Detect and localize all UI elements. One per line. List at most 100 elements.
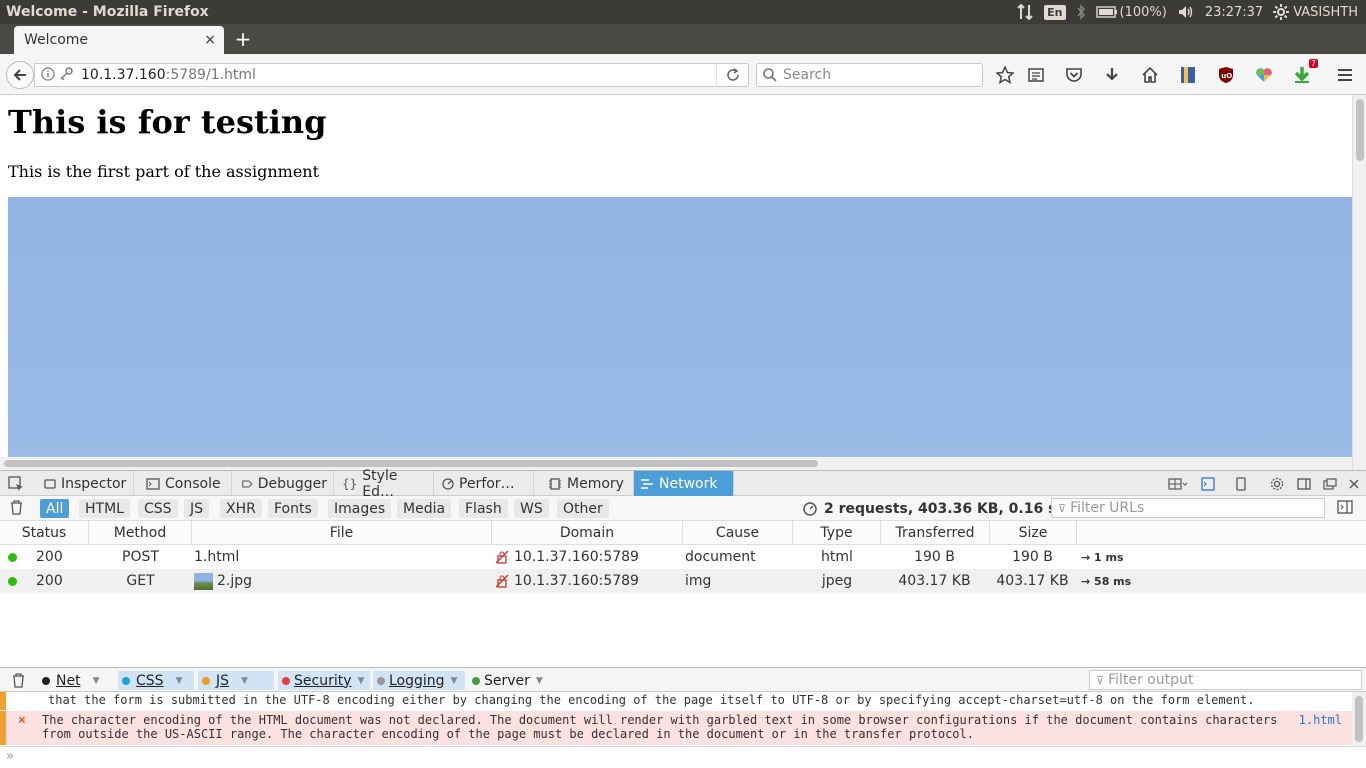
ublock-origin-icon[interactable]: uO bbox=[1214, 63, 1238, 87]
row-type: jpeg bbox=[821, 573, 853, 589]
filter-js-button[interactable]: JS bbox=[184, 499, 210, 518]
row-size: 403.17 KB bbox=[996, 573, 1069, 589]
filter-css-button[interactable]: CSS bbox=[138, 499, 178, 518]
separate-window-icon[interactable] bbox=[1321, 475, 1339, 493]
browser-tab[interactable]: Welcome × bbox=[14, 26, 224, 54]
security-dot bbox=[282, 676, 290, 685]
page-vertical-scrollbar[interactable] bbox=[1352, 95, 1366, 470]
filter-urls-input[interactable] bbox=[1070, 500, 1311, 516]
filter-label: Logging bbox=[389, 672, 445, 689]
tab-title: Welcome bbox=[24, 32, 89, 48]
page-horizontal-scrollbar[interactable] bbox=[0, 457, 1352, 470]
url-bar[interactable]: 10.1.37.160:5789/1.html bbox=[34, 63, 749, 87]
network-transfer-icon[interactable] bbox=[1016, 4, 1034, 20]
close-devtools-icon[interactable] bbox=[1345, 475, 1363, 493]
bluetooth-icon[interactable] bbox=[1076, 4, 1086, 20]
request-summary[interactable]: 2 requests, 403.36 KB, 0.16 s bbox=[802, 499, 1056, 518]
scratchpad-icon[interactable] bbox=[1199, 475, 1217, 493]
filter-output-box[interactable]: ⊽ bbox=[1089, 670, 1362, 690]
tab-label: Perfor… bbox=[459, 475, 515, 492]
console-filter-logging[interactable]: Logging ▼ bbox=[373, 671, 465, 690]
user-name[interactable]: VASISHTH bbox=[1293, 5, 1358, 20]
settings-gear-icon[interactable] bbox=[1273, 4, 1290, 20]
filter-html-button[interactable]: HTML bbox=[79, 499, 130, 518]
console-filter-net[interactable]: Net ▼ bbox=[38, 671, 114, 690]
insecure-lock-icon bbox=[495, 550, 509, 564]
clear-trash-icon[interactable] bbox=[10, 500, 23, 519]
key-icon[interactable] bbox=[59, 66, 73, 84]
tab-memory[interactable]: Memory bbox=[542, 471, 634, 496]
clear-console-icon[interactable] bbox=[8, 671, 29, 690]
bookmark-star-icon[interactable] bbox=[993, 63, 1017, 87]
server-dot bbox=[472, 676, 480, 685]
table-row[interactable]: 200 GET 2.jpg 10.1.37.160:5789 img jpeg … bbox=[0, 569, 1366, 593]
settings-icon[interactable] bbox=[1268, 475, 1286, 493]
column-file[interactable]: File bbox=[192, 521, 492, 545]
filter-fonts-button[interactable]: Fonts bbox=[268, 499, 318, 518]
filter-flash-button[interactable]: Flash bbox=[459, 499, 508, 518]
filter-all-button[interactable]: All bbox=[40, 499, 70, 518]
keyboard-language[interactable]: En bbox=[1044, 4, 1066, 20]
green-download-extension-icon[interactable]: 7 bbox=[1290, 59, 1318, 87]
tab-debugger[interactable]: Debugger bbox=[236, 471, 334, 496]
filter-media-button[interactable]: Media bbox=[397, 499, 452, 518]
filter-urls-box[interactable]: ⊽ bbox=[1051, 498, 1325, 518]
console-message[interactable]: that the form is submitted in the UTF-8 … bbox=[0, 692, 1352, 710]
console-scrollbar[interactable] bbox=[1352, 692, 1366, 746]
volume-icon[interactable] bbox=[1177, 4, 1195, 20]
network-table-header: Status Method File Domain Cause Type Tra… bbox=[0, 521, 1366, 545]
tab-performance[interactable]: Perfor… bbox=[436, 471, 534, 496]
scrollbar-thumb[interactable] bbox=[1355, 696, 1363, 742]
table-row[interactable]: 200 POST 1.html 10.1.37.160:5789 documen… bbox=[0, 545, 1366, 569]
extension-book-icon[interactable] bbox=[1176, 63, 1200, 87]
console-filter-css[interactable]: CSS ▼ bbox=[118, 671, 194, 690]
pocket-icon[interactable] bbox=[1062, 63, 1086, 87]
filter-ws-button[interactable]: WS bbox=[514, 499, 549, 518]
column-status[interactable]: Status bbox=[0, 521, 89, 545]
console-filter-security[interactable]: Security ▼ bbox=[278, 671, 370, 690]
reload-icon[interactable] bbox=[716, 64, 748, 86]
console-error-message[interactable]: × The character encoding of the HTML doc… bbox=[0, 711, 1352, 745]
column-domain[interactable]: Domain bbox=[492, 521, 683, 545]
filter-other-button[interactable]: Other bbox=[557, 499, 609, 518]
tab-style-editor[interactable]: {} Style Ed… bbox=[336, 468, 434, 500]
download-icon[interactable] bbox=[1100, 63, 1124, 87]
scrollbar-thumb[interactable] bbox=[1356, 99, 1364, 161]
battery-icon[interactable] bbox=[1095, 6, 1118, 18]
clock[interactable]: 23:27:37 bbox=[1205, 5, 1263, 20]
new-tab-button[interactable]: + bbox=[232, 28, 254, 50]
column-method[interactable]: Method bbox=[89, 521, 192, 545]
scrollbar-thumb[interactable] bbox=[4, 460, 818, 467]
search-bar[interactable] bbox=[756, 63, 983, 87]
column-size[interactable]: Size bbox=[990, 521, 1077, 545]
search-input[interactable] bbox=[783, 67, 973, 83]
message-source-link[interactable]: 1.html bbox=[1299, 713, 1342, 727]
network-icon bbox=[641, 478, 653, 489]
tab-console[interactable]: Console bbox=[140, 471, 232, 496]
toggle-sidebar-icon[interactable] bbox=[1337, 500, 1353, 518]
column-transferred[interactable]: Transferred bbox=[881, 521, 990, 545]
responsive-design-icon[interactable] bbox=[1232, 475, 1250, 493]
back-button[interactable] bbox=[6, 61, 34, 89]
tab-network[interactable]: Network bbox=[634, 471, 734, 496]
home-icon[interactable] bbox=[1138, 63, 1162, 87]
console-filter-js[interactable]: JS ▼ bbox=[198, 671, 274, 690]
colorful-heart-extension-icon[interactable] bbox=[1252, 63, 1276, 87]
frame-select-icon[interactable] bbox=[1166, 475, 1190, 493]
info-icon[interactable] bbox=[41, 66, 55, 84]
filter-output-input[interactable] bbox=[1108, 672, 1349, 688]
hamburger-menu-icon[interactable] bbox=[1333, 63, 1357, 87]
reading-list-icon[interactable] bbox=[1024, 63, 1048, 87]
row-size: 190 B bbox=[1012, 549, 1053, 565]
tab-close-icon[interactable]: × bbox=[204, 32, 216, 48]
element-picker-icon[interactable] bbox=[6, 475, 26, 493]
filter-images-button[interactable]: Images bbox=[328, 499, 392, 518]
console-input[interactable]: » bbox=[0, 746, 1366, 768]
dock-side-icon[interactable] bbox=[1295, 475, 1313, 493]
tab-inspector[interactable]: Inspector bbox=[38, 471, 134, 496]
row-transferred: 190 B bbox=[914, 549, 955, 565]
filter-xhr-button[interactable]: XHR bbox=[220, 499, 262, 518]
column-cause[interactable]: Cause bbox=[683, 521, 793, 545]
console-filter-server[interactable]: Server ▼ bbox=[468, 671, 548, 690]
column-type[interactable]: Type bbox=[793, 521, 881, 545]
